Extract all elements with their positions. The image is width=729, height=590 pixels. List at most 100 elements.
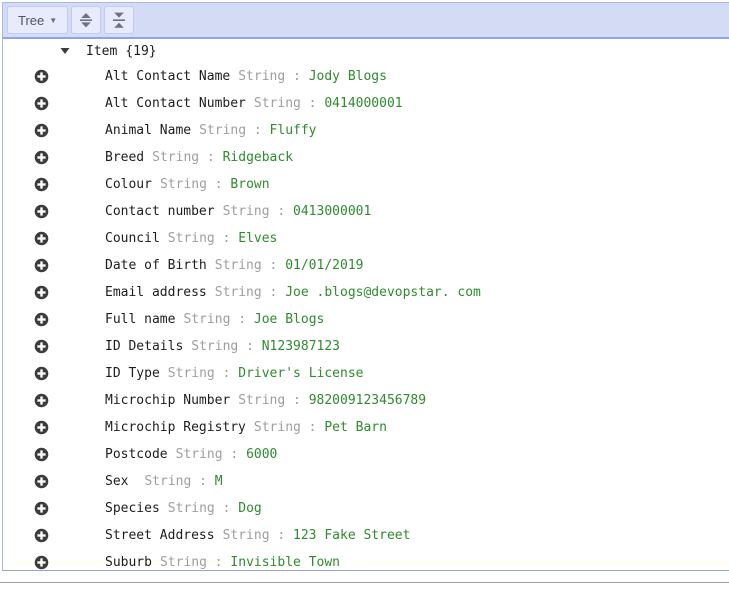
plus-circle-icon[interactable] [34,69,49,84]
plus-circle-icon[interactable] [34,393,49,408]
field-type-label: String [168,366,215,381]
field-type-label: String [238,393,285,408]
field-value[interactable]: Ridgeback [223,150,293,165]
type-value-separator: : [301,420,324,435]
field-value[interactable]: Fluffy [270,123,317,138]
plus-circle-icon[interactable] [34,312,49,327]
field-value[interactable]: M [215,474,223,489]
plus-circle-icon[interactable] [34,501,49,516]
expand-all-button[interactable] [71,6,101,34]
field-value[interactable]: Jody Blogs [309,69,387,84]
field-key[interactable]: Suburb [105,555,152,570]
field-key[interactable]: Animal Name [105,123,191,138]
field-value[interactable]: 01/01/2019 [285,258,363,273]
field-value[interactable]: 0413000001 [293,204,371,219]
type-value-separator: : [215,501,238,516]
root-field-count: {19} [125,44,156,59]
tree-row: Species String : Dog [3,495,729,522]
field-key[interactable]: Alt Contact Name [105,69,230,84]
plus-circle-icon[interactable] [34,447,49,462]
field-value[interactable]: Brown [230,177,269,192]
plus-circle-icon[interactable] [34,96,49,111]
tree-row: Email address String : Joe .blogs@devops… [3,279,729,306]
plus-circle-icon[interactable] [34,123,49,138]
field-value[interactable]: N123987123 [262,339,340,354]
field-value[interactable]: Pet Barn [324,420,387,435]
field-type-label: String [238,69,285,84]
root-item-label[interactable]: Item [86,44,117,59]
field-type-label: String [160,177,207,192]
chevron-down-icon: ▼ [49,17,57,25]
plus-circle-icon[interactable] [34,528,49,543]
type-value-separator: : [246,123,269,138]
tree-row: Microchip Number String : 98200912345678… [3,387,729,414]
field-value[interactable]: 123 Fake Street [293,528,410,543]
tree-row: Alt Contact Number String : 0414000001 [3,90,729,117]
field-key[interactable]: Date of Birth [105,258,207,273]
tree-row: Sex String : M [3,468,729,495]
field-type-label: String [254,96,301,111]
type-value-separator: : [207,177,230,192]
field-value[interactable]: Invisible Town [230,555,340,570]
field-key[interactable]: ID Type [105,366,160,381]
field-type-label: String [254,420,301,435]
field-key[interactable]: Postcode [105,447,168,462]
field-key[interactable]: Breed [105,150,144,165]
field-type-label: String [215,285,262,300]
tree-view: Item {19} Alt Contact Name String : Jody… [3,39,729,570]
plus-circle-icon[interactable] [34,204,49,219]
field-value[interactable]: Dog [238,501,261,516]
field-key[interactable]: ID Details [105,339,183,354]
plus-circle-icon[interactable] [34,339,49,354]
plus-circle-icon[interactable] [34,150,49,165]
type-value-separator: : [215,366,238,381]
tree-row: Animal Name String : Fluffy [3,117,729,144]
field-type-label: String [168,231,215,246]
field-type-label: String [199,123,246,138]
field-key[interactable]: Email address [105,285,207,300]
plus-circle-icon[interactable] [34,420,49,435]
plus-circle-icon[interactable] [34,231,49,246]
plus-circle-icon[interactable] [34,555,49,570]
page-bottom-divider [0,582,729,583]
field-value[interactable]: Joe Blogs [254,312,324,327]
plus-circle-icon[interactable] [34,366,49,381]
plus-circle-icon[interactable] [34,285,49,300]
type-value-separator: : [285,69,308,84]
field-key[interactable]: Microchip Number [105,393,230,408]
field-value[interactable]: 0414000001 [324,96,402,111]
tree-row: Alt Contact Name String : Jody Blogs [3,63,729,90]
field-key[interactable]: Contact number [105,204,215,219]
field-value[interactable]: 982009123456789 [309,393,426,408]
tree-row: Suburb String : Invisible Town [3,549,729,570]
tree-row: Street Address String : 123 Fake Street [3,522,729,549]
collapse-all-button[interactable] [104,6,134,34]
field-value[interactable]: 6000 [246,447,277,462]
field-type-label: String [223,528,270,543]
plus-circle-icon[interactable] [34,258,49,273]
field-type-label: String [191,339,238,354]
plus-circle-icon[interactable] [34,474,49,489]
field-value[interactable]: Joe .blogs@devopstar. com [285,285,481,300]
field-key[interactable]: Species [105,501,160,516]
field-type-label: String [183,312,230,327]
field-key[interactable]: Council [105,231,160,246]
field-key[interactable]: Street Address [105,528,215,543]
field-key[interactable]: Sex [105,474,136,489]
field-key[interactable]: Alt Contact Number [105,96,246,111]
type-value-separator: : [238,339,261,354]
type-value-separator: : [270,204,293,219]
triangle-down-icon[interactable] [60,47,70,55]
tree-rows-container: Alt Contact Name String : Jody Blogs Alt… [3,63,729,570]
tree-row: Microchip Registry String : Pet Barn [3,414,729,441]
plus-circle-icon[interactable] [34,177,49,192]
field-key[interactable]: Colour [105,177,152,192]
field-value[interactable]: Elves [238,231,277,246]
field-value[interactable]: Driver's License [238,366,363,381]
json-tree-editor: Tree ▼ [2,2,729,571]
field-key[interactable]: Full name [105,312,175,327]
tree-mode-dropdown-button[interactable]: Tree ▼ [7,6,68,34]
tree-row: Breed String : Ridgeback [3,144,729,171]
field-key[interactable]: Microchip Registry [105,420,246,435]
type-value-separator: : [270,528,293,543]
